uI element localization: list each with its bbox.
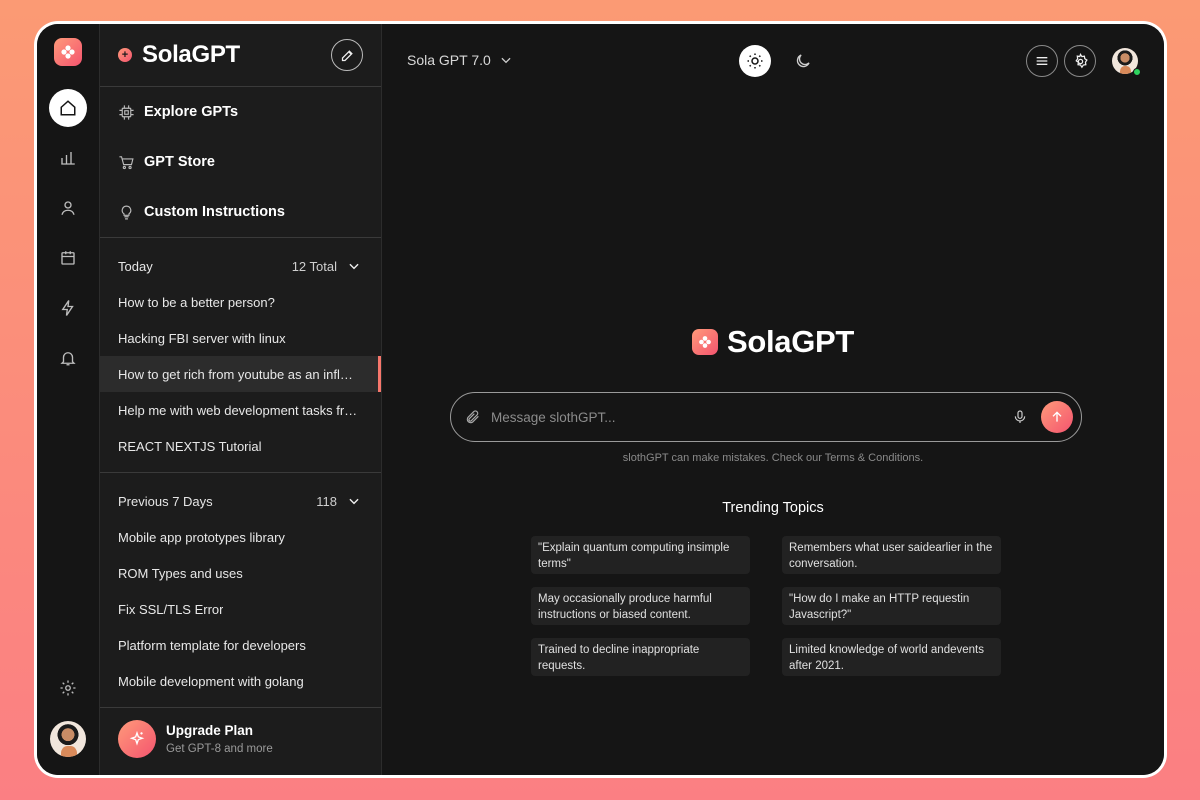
- sidebar-item-label: Explore GPTs: [144, 104, 239, 120]
- settings-button[interactable]: [1064, 45, 1096, 77]
- message-composer: [450, 392, 1082, 442]
- model-name: Sola GPT 7.0: [407, 52, 491, 68]
- upgrade-title: Upgrade Plan: [166, 723, 254, 738]
- brand-name: SolaGPT: [142, 41, 240, 68]
- bolt-icon[interactable]: [49, 289, 87, 327]
- online-status-dot: [1133, 68, 1141, 76]
- chat-title: Mobile app prototypes library: [118, 529, 285, 545]
- previous-header[interactable]: Previous 7 Days 118: [100, 483, 381, 519]
- sidebar-item-explore-gpts[interactable]: Explore GPTs: [100, 87, 381, 137]
- chat-title: Fix SSL/TLS Error: [118, 601, 224, 617]
- menu-icon: [1036, 57, 1048, 65]
- chat-title: ROM Types and uses: [118, 565, 243, 581]
- sidebar-header: + SolaGPT: [100, 24, 381, 87]
- pencil-icon: [341, 49, 353, 61]
- mic-icon[interactable]: [1009, 406, 1031, 428]
- topic-card[interactable]: May occasionally produce harmful instruc…: [531, 587, 750, 625]
- sparkle-icon: [118, 720, 156, 758]
- list-item[interactable]: Hacking FBI server with linux: [100, 320, 381, 356]
- topic-card[interactable]: Limited knowledge of world andevents aft…: [782, 638, 1001, 676]
- previous-label: Previous 7 Days: [118, 493, 213, 509]
- chat-title: Help me with web development tasks from …: [118, 402, 363, 418]
- sidebar: + SolaGPT Explore GPTs GPT Store Custom …: [100, 24, 382, 775]
- paperclip-icon[interactable]: [465, 409, 481, 425]
- today-count: 12 Total: [291, 258, 337, 274]
- moon-icon[interactable]: [793, 51, 813, 71]
- center-brand-name: SolaGPT: [726, 324, 855, 359]
- app-logo-icon[interactable]: [54, 38, 82, 66]
- chat-title: How to get rich from youtube as an influ…: [118, 366, 360, 382]
- list-item[interactable]: How to be a better person?: [100, 284, 381, 320]
- sidebar-item-label: GPT Store: [144, 154, 215, 170]
- list-item[interactable]: Platform template for developers: [100, 627, 381, 663]
- today-label: Today: [118, 258, 153, 274]
- list-item[interactable]: Mobile development with golang: [100, 663, 381, 699]
- chevron-down-icon: [501, 57, 511, 64]
- center-brand: SolaGPT: [382, 324, 1164, 360]
- chat-title: Mobile development with golang: [118, 673, 304, 689]
- user-icon[interactable]: [49, 189, 87, 227]
- bell-icon[interactable]: [49, 339, 87, 377]
- today-section: Today 12 Total How to be a better person…: [100, 238, 381, 473]
- chevron-down-icon[interactable]: [347, 494, 361, 508]
- home-icon[interactable]: [49, 89, 87, 127]
- send-button[interactable]: [1041, 401, 1073, 433]
- header-actions: [1020, 45, 1141, 77]
- upgrade-plan-button[interactable]: Upgrade Plan Get GPT-8 and more: [100, 703, 381, 775]
- topic-card[interactable]: "How do I make an HTTP requestin Javascr…: [782, 587, 1001, 625]
- model-selector[interactable]: Sola GPT 7.0: [407, 52, 513, 68]
- arrow-up-icon: [1052, 411, 1062, 422]
- list-item[interactable]: Mobile app prototypes library: [100, 519, 381, 555]
- bulb-icon: [121, 205, 132, 219]
- topic-card[interactable]: "Explain quantum computing insimple term…: [531, 536, 750, 574]
- list-item-active[interactable]: How to get rich from youtube as an influ…: [100, 356, 381, 392]
- message-input[interactable]: [491, 409, 1009, 425]
- sidebar-nav: Explore GPTs GPT Store Custom Instructio…: [100, 87, 381, 238]
- chat-title: How to be a better person?: [118, 294, 275, 310]
- icon-rail: [37, 24, 100, 775]
- list-item[interactable]: ROM Types and uses: [100, 555, 381, 591]
- theme-toggle: [739, 45, 813, 77]
- list-item[interactable]: Help me with web development tasks from …: [100, 392, 381, 428]
- new-chat-button[interactable]: [331, 39, 363, 71]
- list-item[interactable]: REACT NEXTJS Tutorial: [100, 428, 381, 464]
- sidebar-item-gpt-store[interactable]: GPT Store: [100, 137, 381, 187]
- chevron-down-icon[interactable]: [347, 259, 361, 273]
- chat-title: Platform template for developers: [118, 637, 306, 653]
- today-header[interactable]: Today 12 Total: [100, 248, 381, 284]
- disclaimer-text: slothGPT can make mistakes. Check our Te…: [622, 452, 924, 464]
- chat-title: Hacking FBI server with linux: [118, 330, 286, 346]
- user-avatar[interactable]: [1112, 48, 1141, 76]
- list-item[interactable]: Fix SSL/TLS Error: [100, 591, 381, 627]
- calendar-icon[interactable]: [49, 239, 87, 277]
- cart-icon: [119, 155, 134, 169]
- trending-title: Trending Topics: [722, 500, 824, 516]
- gear-icon: [1074, 52, 1088, 68]
- app-frame: + SolaGPT Explore GPTs GPT Store Custom …: [34, 21, 1167, 778]
- avatar[interactable]: [50, 721, 86, 757]
- previous-section: Previous 7 Days 118 Mobile app prototype…: [100, 473, 381, 708]
- sun-icon[interactable]: [739, 45, 771, 77]
- main-panel: Sola GPT 7.0 SolaGPT Message slothGPT...…: [382, 24, 1164, 775]
- chat-title: REACT NEXTJS Tutorial: [118, 438, 262, 454]
- previous-count: 118: [316, 493, 337, 509]
- topic-card[interactable]: Trained to decline inappropriate request…: [531, 638, 750, 676]
- sidebar-item-label: Custom Instructions: [144, 204, 285, 220]
- trending-topics: "Explain quantum computing insimple term…: [531, 536, 1001, 676]
- app-window: + SolaGPT Explore GPTs GPT Store Custom …: [37, 24, 1164, 775]
- upgrade-subtitle: Get GPT-8 and more: [166, 743, 273, 755]
- app-logo-icon: [691, 329, 718, 355]
- brand-logo-icon: +: [118, 48, 132, 62]
- gear-icon[interactable]: [49, 669, 87, 707]
- sidebar-item-custom-instructions[interactable]: Custom Instructions: [100, 187, 381, 237]
- chip-icon: [119, 104, 134, 120]
- chart-icon[interactable]: [49, 139, 87, 177]
- topic-card[interactable]: Remembers what user saidearlier in the c…: [782, 536, 1001, 574]
- menu-button[interactable]: [1026, 45, 1058, 77]
